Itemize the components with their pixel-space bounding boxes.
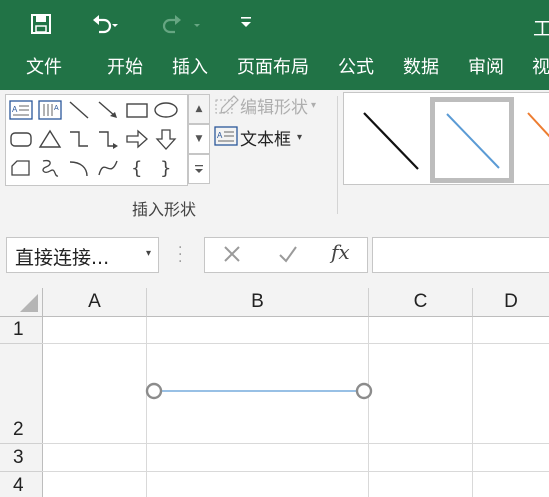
select-all-button[interactable]: [0, 288, 43, 317]
row-header-2[interactable]: 2: [0, 344, 43, 444]
row-header-1[interactable]: 1: [0, 317, 43, 344]
enter-check-icon[interactable]: [277, 243, 299, 269]
gridline: [368, 317, 369, 497]
tab-file[interactable]: 文件: [26, 58, 62, 78]
row-header-3[interactable]: 3: [0, 444, 43, 472]
edit-shape-button[interactable]: 编辑形状 ▾: [214, 94, 334, 118]
tab-data[interactable]: 数据: [403, 58, 439, 78]
straight-connector-shape[interactable]: [143, 380, 375, 402]
scribble-icon[interactable]: [36, 155, 64, 181]
save-icon[interactable]: [30, 13, 52, 39]
formula-input[interactable]: [372, 237, 549, 273]
tab-review[interactable]: 审阅: [468, 58, 504, 78]
redo-icon[interactable]: [158, 12, 202, 40]
vertical-textbox-icon[interactable]: A: [36, 97, 64, 123]
down-arrow-icon[interactable]: [152, 126, 180, 152]
row-header-4[interactable]: 4: [0, 472, 43, 497]
title-bar: 工: [0, 0, 549, 50]
tab-home[interactable]: 开始: [107, 58, 143, 78]
shape-styles-gallery: [343, 92, 549, 185]
svg-text:A: A: [12, 105, 18, 114]
shape-gallery: A A { }: [5, 94, 188, 186]
textbox-icon[interactable]: A: [7, 97, 35, 123]
triangle-icon[interactable]: [36, 126, 64, 152]
edit-shape-icon: [214, 95, 240, 115]
gridline: [42, 343, 549, 344]
elbow-connector-icon[interactable]: [65, 126, 93, 152]
gridline: [42, 443, 549, 444]
name-box-value: 直接连接...: [15, 247, 110, 269]
group-label-insert-shapes: 插入形状: [132, 200, 197, 219]
column-header-d[interactable]: D: [473, 288, 549, 317]
tab-insert[interactable]: 插入: [172, 58, 208, 78]
chevron-down-icon[interactable]: ▾: [146, 248, 151, 259]
group-separator: [337, 96, 338, 214]
formula-bar-grip-icon: · · ·: [178, 240, 183, 270]
tab-view[interactable]: 视: [532, 58, 549, 78]
arc-icon[interactable]: [65, 155, 93, 181]
textbox-icon: A: [214, 126, 240, 148]
undo-icon[interactable]: [90, 12, 118, 40]
customize-quick-access-icon[interactable]: [240, 14, 252, 33]
gallery-scroll-down-button[interactable]: ▼: [188, 124, 210, 154]
oval-icon[interactable]: [152, 97, 180, 123]
chevron-down-icon: ▾: [311, 99, 317, 111]
svg-text:A: A: [54, 105, 59, 112]
style-orange-line[interactable]: [514, 97, 549, 179]
elbow-arrow-connector-icon[interactable]: [94, 126, 122, 152]
svg-text:}: }: [160, 158, 171, 179]
insert-function-button[interactable]: fx: [331, 240, 350, 264]
svg-text:A: A: [217, 131, 223, 140]
gridline: [42, 471, 549, 472]
gridline: [146, 317, 147, 497]
svg-text:{: {: [131, 158, 142, 179]
formula-buttons: fx: [204, 237, 368, 273]
textbox-button[interactable]: A 文本框 ▾: [214, 125, 334, 150]
gridline: [472, 317, 473, 497]
cancel-icon[interactable]: [221, 243, 243, 269]
curve-icon[interactable]: [94, 155, 122, 181]
gallery-scroll-up-button[interactable]: ▲: [188, 94, 210, 124]
arrow-line-icon[interactable]: [94, 97, 122, 123]
left-brace-icon[interactable]: {: [123, 155, 151, 181]
column-header-b[interactable]: B: [147, 288, 369, 317]
line-icon[interactable]: [65, 97, 93, 123]
tab-formulas[interactable]: 公式: [338, 58, 374, 78]
tab-page-layout[interactable]: 页面布局: [237, 58, 309, 78]
chevron-down-icon: ▾: [297, 131, 303, 143]
right-brace-icon[interactable]: }: [152, 155, 180, 181]
rounded-rectangle-icon[interactable]: [7, 126, 35, 152]
style-black-line[interactable]: [350, 97, 426, 179]
window-title: 工: [533, 18, 549, 40]
column-header-a[interactable]: A: [43, 288, 147, 317]
style-blue-line-selected[interactable]: [430, 97, 514, 183]
freeform-icon[interactable]: [7, 155, 35, 181]
right-arrow-icon[interactable]: [123, 126, 151, 152]
name-box[interactable]: 直接连接... ▾: [6, 237, 159, 273]
rectangle-icon[interactable]: [123, 97, 151, 123]
column-header-c[interactable]: C: [369, 288, 473, 317]
gallery-more-button[interactable]: [188, 154, 210, 184]
